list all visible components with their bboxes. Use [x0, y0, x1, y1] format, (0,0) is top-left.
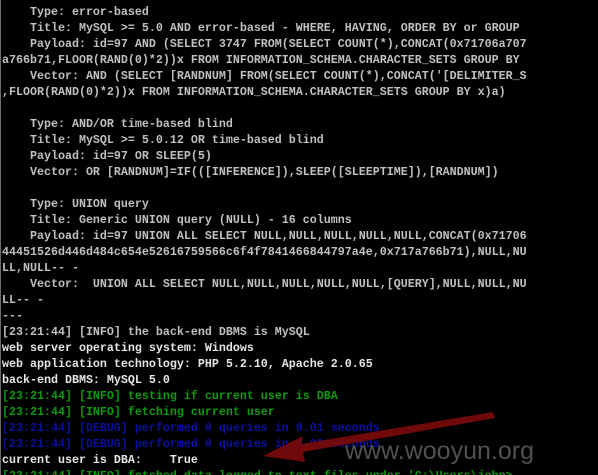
watermark: www.wooyun.org — [345, 437, 534, 465]
annotation-arrow-icon — [263, 412, 495, 462]
terminal-window[interactable]: Type: error-based Title: MySQL >= 5.0 AN… — [0, 0, 598, 475]
